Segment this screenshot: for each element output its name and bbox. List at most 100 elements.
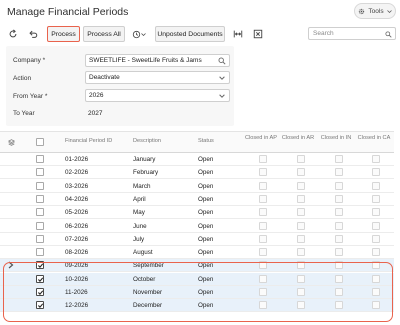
column-settings-icon[interactable] — [8, 139, 15, 146]
chevron-down-icon — [219, 76, 225, 80]
closed-ap-checkbox — [259, 168, 267, 177]
status-cell: Open — [198, 182, 214, 190]
status-cell: Open — [198, 222, 214, 230]
from-year-select[interactable]: 2026 — [85, 89, 230, 102]
status-cell: Open — [198, 195, 214, 203]
chevron-down-icon — [386, 9, 392, 13]
row-select-checkbox[interactable] — [36, 168, 44, 177]
period-id-cell: 06-2026 — [65, 222, 89, 230]
closed-ca-checkbox — [372, 168, 380, 177]
table-row[interactable]: 07-2026 July Open — [0, 233, 394, 246]
header-closed-in[interactable]: Closed in IN — [318, 135, 354, 142]
header-closed-ap[interactable]: Closed in AP — [243, 135, 279, 142]
row-select-checkbox[interactable] — [36, 248, 44, 257]
closed-in-checkbox — [335, 208, 343, 217]
closed-ap-checkbox — [259, 208, 267, 217]
status-cell: Open — [198, 209, 214, 217]
closed-ca-checkbox — [372, 234, 380, 243]
closed-ca-checkbox — [372, 181, 380, 190]
chevron-down-icon — [141, 32, 146, 36]
closed-ap-checkbox — [259, 234, 267, 243]
closed-ap-checkbox — [259, 155, 267, 163]
refresh-icon[interactable] — [7, 28, 19, 40]
action-label: Action — [13, 75, 32, 82]
search-input[interactable]: Search — [308, 27, 396, 40]
closed-ca-checkbox — [372, 221, 380, 230]
status-cell: Open — [198, 169, 214, 177]
period-id-cell: 05-2026 — [65, 209, 89, 217]
gear-icon — [359, 8, 365, 14]
table-row[interactable]: 08-2026 August Open — [0, 246, 394, 260]
closed-ar-checkbox — [297, 168, 305, 177]
description-cell: July — [133, 235, 145, 243]
action-select[interactable]: Deactivate — [85, 71, 230, 84]
header-closed-ca[interactable]: Closed in CA — [357, 135, 391, 142]
header-period-id[interactable]: Financial Period ID — [65, 138, 112, 145]
action-value: Deactivate — [89, 74, 120, 81]
from-year-value: 2026 — [89, 92, 104, 99]
period-id-cell: 07-2026 — [65, 235, 89, 243]
closed-in-checkbox — [335, 155, 343, 163]
filter-form: Company * SWEETLIFE - SweetLife Fruits &… — [6, 46, 234, 126]
table-row[interactable]: 03-2026 March Open — [0, 180, 394, 193]
tools-label: Tools — [368, 7, 384, 15]
undo-icon[interactable] — [27, 28, 39, 40]
table-row[interactable]: 04-2026 April Open — [0, 193, 394, 206]
company-selector[interactable]: SWEETLIFE - SweetLife Fruits & Jams — [85, 54, 230, 67]
select-all-checkbox[interactable] — [36, 138, 44, 146]
chevron-down-icon — [219, 94, 225, 98]
row-select-checkbox[interactable] — [36, 234, 44, 243]
clock-icon — [132, 30, 141, 38]
table-row[interactable]: 01-2026 January Open — [0, 153, 394, 166]
row-select-checkbox[interactable] — [36, 155, 44, 163]
period-id-cell: 02-2026 — [65, 169, 89, 177]
process-all-button[interactable]: Process All — [83, 26, 125, 42]
header-description[interactable]: Description — [133, 138, 161, 145]
closed-ap-checkbox — [259, 221, 267, 230]
description-cell: February — [133, 169, 159, 177]
search-placeholder: Search — [313, 30, 334, 37]
description-cell: March — [133, 182, 151, 190]
table-row[interactable]: 06-2026 June Open — [0, 220, 394, 233]
closed-ar-checkbox — [297, 181, 305, 190]
closed-ar-checkbox — [297, 208, 305, 217]
description-cell: January — [133, 156, 156, 163]
row-select-checkbox[interactable] — [36, 181, 44, 190]
status-cell: Open — [198, 156, 214, 163]
search-icon[interactable] — [218, 57, 226, 65]
period-id-cell: 01-2026 — [65, 156, 89, 163]
closed-ap-checkbox — [259, 248, 267, 257]
description-cell: May — [133, 209, 145, 217]
closed-ar-checkbox — [297, 155, 305, 163]
row-select-checkbox[interactable] — [36, 194, 44, 203]
page-title: Manage Financial Periods — [7, 6, 129, 18]
grid-header: Financial Period ID Description Status C… — [0, 131, 394, 153]
selection-highlight — [3, 262, 393, 322]
schedule-dropdown[interactable] — [129, 28, 149, 40]
status-cell: Open — [198, 249, 214, 257]
search-icon — [385, 31, 392, 38]
company-value: SWEETLIFE - SweetLife Fruits & Jams — [89, 57, 202, 64]
process-button[interactable]: Process — [47, 26, 80, 42]
table-row[interactable]: 05-2026 May Open — [0, 206, 394, 220]
status-cell: Open — [198, 235, 214, 243]
tools-button[interactable]: Tools — [354, 3, 396, 19]
table-row[interactable]: 02-2026 February Open — [0, 166, 394, 180]
header-closed-ar[interactable]: Closed in AR — [280, 135, 316, 142]
row-select-checkbox[interactable] — [36, 221, 44, 230]
period-id-cell: 08-2026 — [65, 249, 89, 257]
closed-in-checkbox — [335, 248, 343, 257]
from-year-label: From Year * — [13, 93, 48, 100]
toolbar: Process Process All Unposted Documents S… — [0, 25, 400, 44]
row-select-checkbox[interactable] — [36, 208, 44, 217]
closed-ca-checkbox — [372, 208, 380, 217]
closed-in-checkbox — [335, 168, 343, 177]
header-status[interactable]: Status — [198, 138, 214, 145]
export-excel-icon[interactable] — [252, 28, 264, 40]
closed-ar-checkbox — [297, 248, 305, 257]
closed-ap-checkbox — [259, 181, 267, 190]
unposted-documents-button[interactable]: Unposted Documents — [155, 26, 225, 42]
period-id-cell: 04-2026 — [65, 195, 89, 203]
fit-columns-icon[interactable] — [232, 28, 244, 40]
description-cell: April — [133, 195, 146, 203]
